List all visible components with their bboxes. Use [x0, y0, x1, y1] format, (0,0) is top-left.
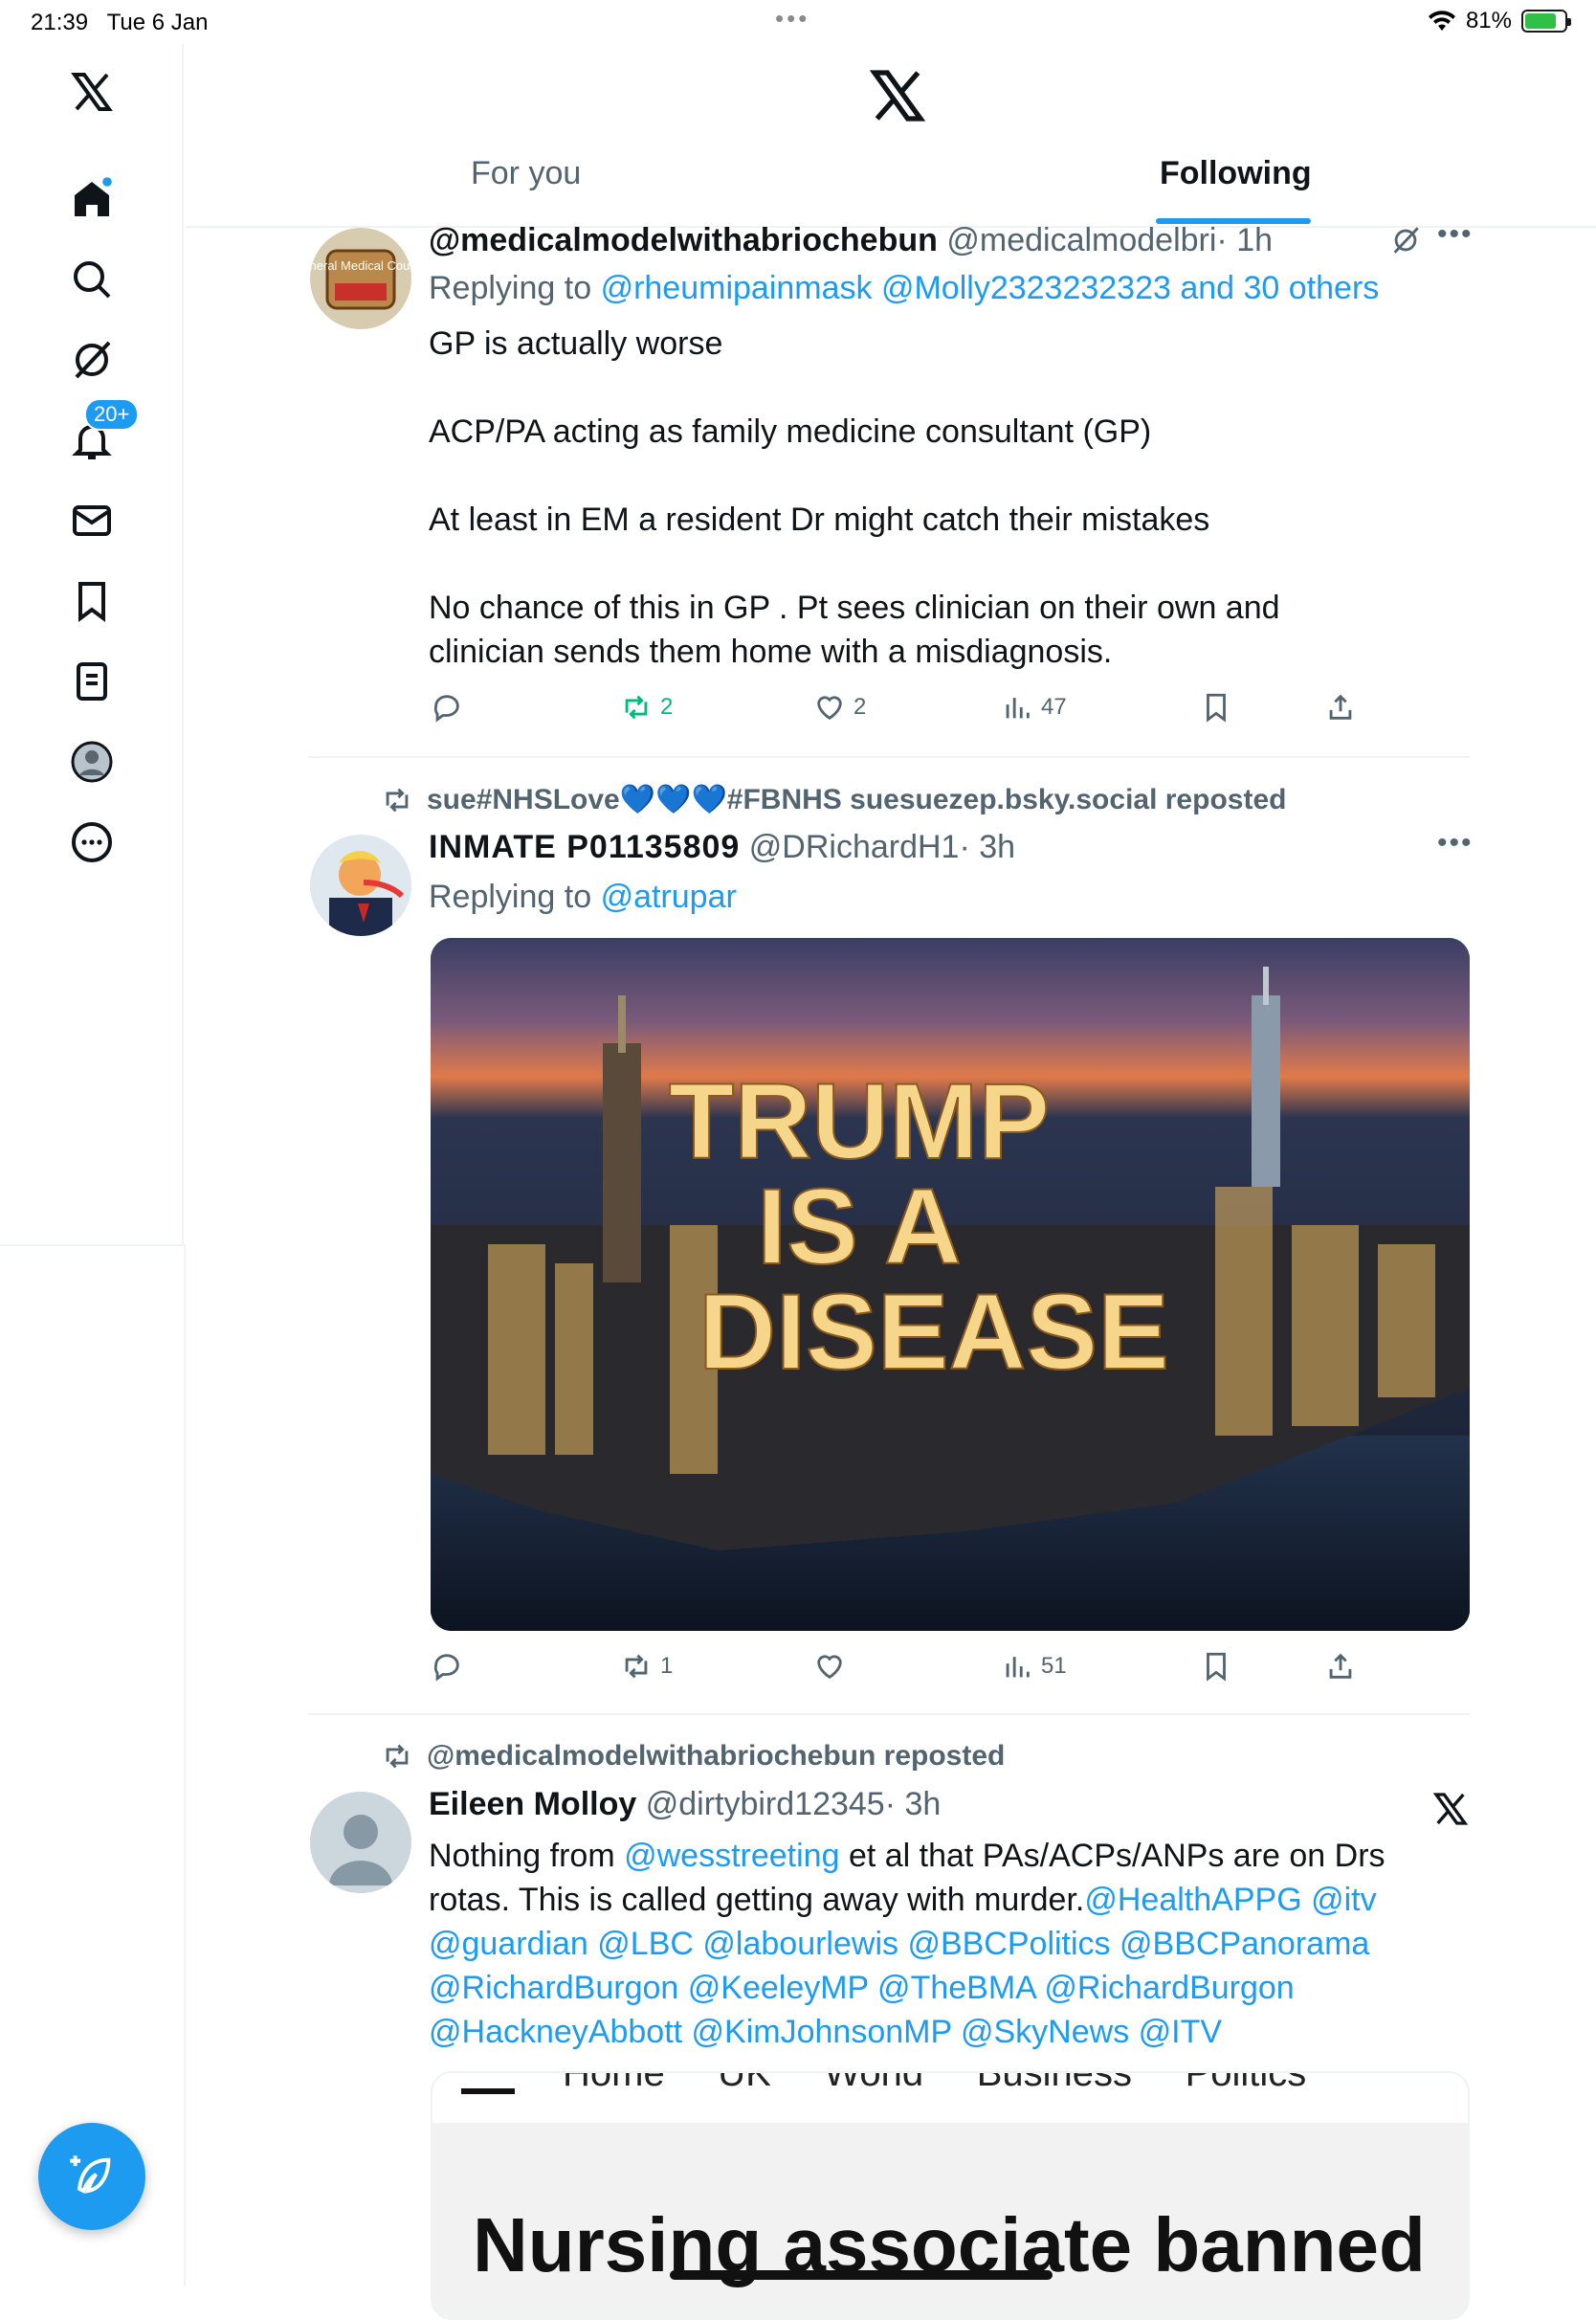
multitasking-dots[interactable]: •••: [775, 4, 809, 33]
views-button[interactable]: 47: [1001, 691, 1067, 724]
repost-icon: [625, 1654, 648, 1679]
tweet[interactable]: General Medical Council @medicalmodelwit…: [186, 218, 1596, 756]
card-nav: Home UK World Business Politics: [432, 2073, 1468, 2123]
link-card[interactable]: Home UK World Business Politics Nursing …: [431, 2071, 1470, 2320]
notifications-badge: 20+: [84, 398, 140, 431]
x-logo-icon[interactable]: [1431, 1790, 1470, 1828]
tweet-text: Nothing from @wesstreeting et al that PA…: [429, 1838, 1385, 2050]
tweet-header: @medicalmodelwithabriochebun @medicalmod…: [429, 222, 1273, 259]
reply-button[interactable]: [431, 1650, 463, 1683]
menu-icon: [461, 2088, 515, 2094]
repost-button[interactable]: 1: [620, 1650, 673, 1683]
tab-for-you[interactable]: For you: [471, 155, 581, 192]
avatar[interactable]: [310, 835, 411, 936]
tweet-header: Eileen Molloy @dirtybird12345· 3h: [429, 1786, 941, 1823]
reply-button[interactable]: [431, 691, 463, 724]
tweet-time[interactable]: · 3h: [885, 1786, 942, 1822]
tweet[interactable]: sue#NHSLove💙💙💙#FBNHS suesuezep.bsky.soci…: [186, 783, 1596, 1711]
replying-to: Replying to @rheumipainmask @Molly232323…: [429, 270, 1380, 306]
tab-following[interactable]: Following: [1160, 155, 1312, 192]
repost-icon: [625, 695, 648, 720]
share-button[interactable]: [1324, 691, 1357, 724]
grok-icon[interactable]: [1389, 224, 1422, 257]
status-time: 21:39 Tue 6 Jan: [31, 10, 209, 35]
tweet-separator: [308, 1713, 1470, 1715]
more-options-icon[interactable]: [44, 794, 140, 890]
x-logo-icon[interactable]: [867, 65, 928, 126]
repost-icon: [386, 788, 409, 812]
analytics-icon: [1006, 1657, 1030, 1678]
replying-to-mentions[interactable]: @atrupar: [601, 879, 737, 915]
share-button[interactable]: [1324, 1650, 1357, 1683]
status-bar: 21:39 Tue 6 Jan ••• 81%: [0, 0, 1596, 44]
svg-text:IS A: IS A: [757, 1167, 962, 1286]
svg-text:DISEASE: DISEASE: [698, 1272, 1169, 1392]
tweet-text: GP is actually worse ACP/PA acting as fa…: [429, 325, 1280, 670]
analytics-icon: [1006, 698, 1030, 719]
city-skyline-image: TRUMP IS A DISEASE: [431, 938, 1470, 1631]
like-button[interactable]: [813, 1650, 853, 1683]
repost-context: sue#NHSLove💙💙💙#FBNHS suesuezep.bsky.soci…: [381, 783, 1286, 816]
default-avatar-image: [310, 1792, 411, 1893]
display-name[interactable]: INMATE P01135809: [429, 829, 740, 865]
tweet-header: INMATE P01135809 @DRichardH1· 3h: [429, 829, 1015, 866]
battery-percent: 81%: [1465, 8, 1512, 33]
handle[interactable]: @dirtybird12345: [646, 1786, 885, 1822]
views-button[interactable]: 51: [1001, 1650, 1067, 1683]
heart-icon: [817, 696, 842, 721]
bookmark-button[interactable]: [1200, 691, 1232, 724]
tweet-time[interactable]: · 1h: [1216, 222, 1273, 258]
tweet-time[interactable]: · 3h: [959, 829, 1015, 865]
reply-icon: [433, 695, 459, 723]
handle[interactable]: @DRichardH1: [749, 829, 960, 865]
svg-text:TRUMP: TRUMP: [669, 1061, 1050, 1181]
gmc-avatar-image: General Medical Council: [310, 228, 411, 329]
x-logo-icon[interactable]: [44, 44, 140, 140]
battery-icon: [1521, 10, 1571, 33]
more-options-icon[interactable]: •••: [1437, 218, 1474, 251]
like-button[interactable]: 2: [813, 691, 866, 724]
tweet-image[interactable]: TRUMP IS A DISEASE: [431, 938, 1470, 1631]
compose-post-button[interactable]: [38, 2123, 145, 2230]
compose-feather-icon: [70, 2155, 111, 2194]
heart-icon: [817, 1655, 842, 1680]
display-name[interactable]: @medicalmodelwithabriochebun: [429, 222, 938, 258]
timeline-header: For you Following: [186, 44, 1596, 228]
share-icon: [1329, 1653, 1352, 1679]
share-icon: [1329, 694, 1352, 720]
svg-text:General Medical Council: General Medical Council: [310, 258, 411, 273]
wifi-icon: [1428, 11, 1455, 31]
replying-to: Replying to @atrupar: [429, 879, 737, 915]
repost-context: @medicalmodelwithabriochebun reposted: [381, 1740, 1005, 1773]
home-indicator[interactable]: [670, 2270, 1053, 2280]
avatar[interactable]: [310, 1792, 411, 1893]
sidebar: 20+: [0, 44, 184, 1246]
display-name[interactable]: Eileen Molloy: [429, 1786, 636, 1822]
bookmark-icon: [1207, 1652, 1226, 1682]
reply-icon: [433, 1654, 459, 1682]
tweet-actions: 1 51: [431, 1650, 1579, 1692]
tweet-actions: 2 2 47: [431, 691, 1579, 733]
tweet[interactable]: @medicalmodelwithabriochebun reposted Ei…: [186, 1740, 1596, 2320]
mention-link[interactable]: @wesstreeting: [624, 1838, 839, 1874]
status-right: 81%: [1428, 8, 1571, 34]
bookmark-button[interactable]: [1200, 1650, 1232, 1683]
more-options-icon[interactable]: •••: [1437, 827, 1474, 859]
repost-icon: [386, 1744, 409, 1769]
bookmark-icon: [1207, 693, 1226, 723]
repost-button[interactable]: 2: [620, 691, 673, 724]
tweet-separator: [308, 756, 1470, 758]
replying-to-mentions[interactable]: @rheumipainmask @Molly2323232323 and 30 …: [601, 270, 1380, 306]
handle[interactable]: @medicalmodelbri: [946, 222, 1216, 258]
caricature-avatar-image: [310, 835, 411, 936]
avatar[interactable]: General Medical Council: [310, 228, 411, 329]
